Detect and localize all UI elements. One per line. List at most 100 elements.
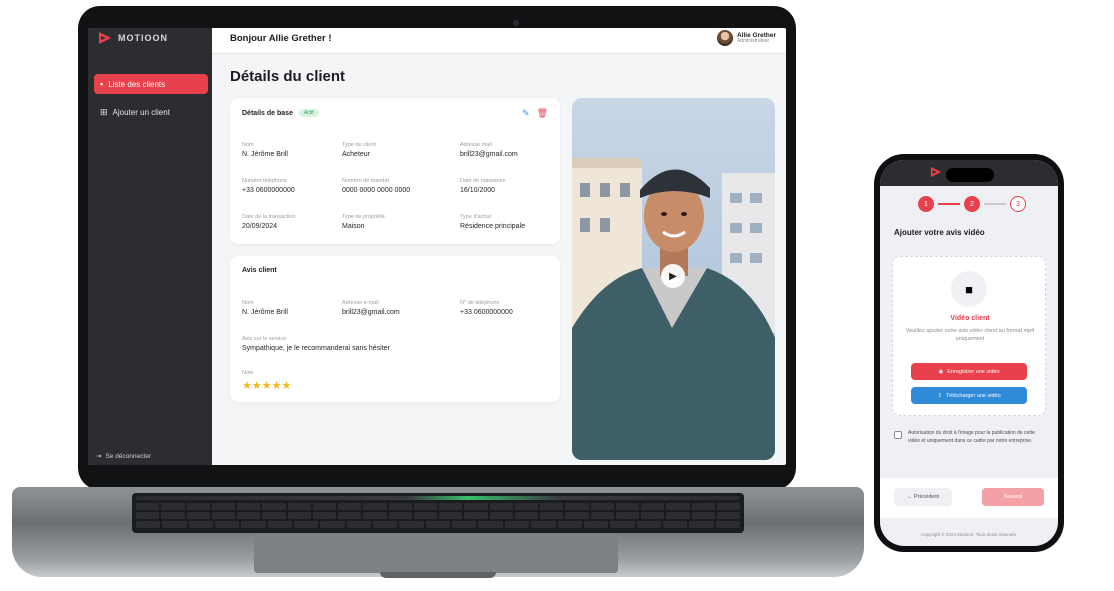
field-purchase-type: Type d'achat Résidence principale <box>460 214 570 230</box>
upload-icon: ⇪ <box>937 392 942 399</box>
card-title: Avis client <box>242 267 277 274</box>
field-label: Nom <box>242 142 254 148</box>
field-value: 0000 0000 0000 0000 <box>342 187 411 194</box>
phone-screen: 1 2 3 Ajouter votre avis vidéo ■ Vidéo c… <box>880 160 1058 546</box>
review-comment: Avis sur le service Sympathique, je le r… <box>242 336 542 352</box>
field-label: Date de la transaction <box>242 214 296 220</box>
upload-video-label: Télécharger une vidéo <box>945 392 1001 399</box>
consent-row: Autorisation du droit à l'image pour la … <box>894 430 1040 445</box>
field-name: Nom N. Jérôme Brill <box>242 142 352 158</box>
step-2: 2 <box>964 196 980 212</box>
field-label: N° de téléphone <box>460 300 500 306</box>
client-video-thumbnail[interactable]: ▶ <box>572 98 775 460</box>
laptop-keyboard <box>132 493 744 533</box>
video-label: Vidéo client <box>950 315 990 322</box>
field-phone: Numéro téléphone +33 0600000000 <box>242 178 352 194</box>
status-badge: Actif <box>298 109 319 117</box>
logout-button[interactable]: ⇥ Se déconnecter <box>96 452 151 461</box>
field-value: Acheteur <box>342 151 371 158</box>
upload-video-button[interactable]: ⇪ Télécharger une vidéo <box>911 387 1027 404</box>
sidebar-item-label: Liste des clients <box>108 79 166 89</box>
field-value: +33 0600000000 <box>242 187 295 194</box>
sidebar-item-add-client[interactable]: ⊞ Ajouter un client <box>94 102 208 122</box>
video-description: Veuillez ajouter votre avis vidéo client… <box>905 328 1035 343</box>
phone-footer: ← Précédent Suivant <box>880 478 1058 518</box>
record-icon: ◉ <box>938 368 944 375</box>
star-rating: ★★★★★ <box>242 380 292 392</box>
field-label: Type de client <box>342 142 376 148</box>
field-value: brill23@gmail.com <box>342 309 400 316</box>
laptop-camera <box>513 20 519 26</box>
sidebar-item-label: Ajouter un client <box>112 107 170 117</box>
review-field-name: Nom N. Jérôme Brill <box>242 300 352 316</box>
avatar <box>716 30 733 46</box>
copyright: Copyright © 2024 Motioon. Tous droits ré… <box>920 532 1018 537</box>
field-label: Type d'achat <box>460 214 492 220</box>
laptop-notch <box>380 572 496 578</box>
user-menu[interactable]: Allie Grether Administrateur <box>716 30 776 46</box>
review-card: Avis client Nom N. Jérôme Brill Adresse … <box>230 256 560 402</box>
folder-icon: ▪ <box>100 79 104 89</box>
phone-title: Ajouter votre avis vidéo <box>894 228 985 237</box>
marketing-mockup: MOTIOON ▪ Liste des clients ⊞ Ajouter un… <box>0 0 1114 591</box>
brand-name: MOTIOON <box>118 33 168 43</box>
field-value: +33 0600000000 <box>460 309 513 316</box>
previous-button[interactable]: ← Précédent <box>894 488 952 506</box>
field-value: Sympathique, je le recommanderai sans hé… <box>242 345 390 352</box>
user-role: Administrateur <box>736 37 770 44</box>
logout-icon: ⇥ <box>96 453 102 460</box>
field-label: Type de propriété <box>342 214 385 220</box>
stepper: 1 2 3 <box>918 196 1026 212</box>
field-value: brill23@gmail.com <box>460 151 518 158</box>
edit-icon[interactable]: ✎ <box>522 108 530 119</box>
brand[interactable]: MOTIOON <box>98 31 168 45</box>
sidebar-item-client-list[interactable]: ▪ Liste des clients <box>94 74 208 94</box>
review-rating: Note ★★★★★ <box>242 370 352 392</box>
laptop-trackpad <box>254 533 618 573</box>
record-video-button[interactable]: ◉ Enregistrer une vidéo <box>911 363 1027 380</box>
card-header: Avis client <box>242 267 277 274</box>
touch-bar <box>136 496 740 500</box>
basic-details-card: Détails de base Actif ✎ 🗑 Nom N. Jérôme … <box>230 98 560 244</box>
motioon-logo-icon <box>930 166 942 178</box>
step-1: 1 <box>918 196 934 212</box>
page-title: Détails du client <box>230 68 346 85</box>
card-actions: ✎ 🗑 <box>522 108 548 119</box>
card-title: Détails de base <box>242 109 293 117</box>
next-button[interactable]: Suivant <box>982 488 1044 506</box>
greeting: Bonjour Allie Grether ! <box>230 33 332 44</box>
review-field-phone: N° de téléphone +33 0600000000 <box>460 300 570 316</box>
motioon-logo-icon <box>99 32 111 44</box>
sidebar: MOTIOON ▪ Liste des clients ⊞ Ajouter un… <box>88 28 212 465</box>
field-transaction-date: Date de la transaction 20/09/2024 <box>242 214 352 230</box>
play-icon[interactable]: ▶ <box>661 264 685 288</box>
step-3: 3 <box>1010 196 1026 212</box>
field-label: Adresse mail <box>460 142 492 148</box>
field-label: Numéro de mandat <box>342 178 390 184</box>
field-value: Maison <box>342 223 365 230</box>
video-upload-card: ■ Vidéo client Veuillez ajouter votre av… <box>892 256 1046 416</box>
card-header: Détails de base Actif <box>242 109 319 117</box>
field-label: Note <box>242 370 254 376</box>
field-value: N. Jérôme Brill <box>242 151 288 158</box>
field-label: Adresse e-mail <box>342 300 379 306</box>
laptop-screen: MOTIOON ▪ Liste des clients ⊞ Ajouter un… <box>88 28 786 465</box>
field-email: Adresse mail brill23@gmail.com <box>460 142 570 158</box>
field-label: Nom <box>242 300 254 306</box>
field-label: Numéro téléphone <box>242 178 288 184</box>
phone-header <box>880 160 1058 186</box>
consent-checkbox[interactable] <box>894 431 902 439</box>
field-value: N. Jérôme Brill <box>242 309 288 316</box>
field-value: Résidence principale <box>460 223 525 230</box>
field-client-type: Type de client Acheteur <box>342 142 452 158</box>
video-camera-icon: ■ <box>951 271 987 307</box>
field-value: 16/10/2000 <box>460 187 496 194</box>
dynamic-island <box>946 168 994 182</box>
step-connector <box>984 203 1006 205</box>
user-plus-icon: ⊞ <box>100 106 108 117</box>
logout-label: Se déconnecter <box>105 452 151 460</box>
step-connector <box>938 203 960 205</box>
field-mandate-number: Numéro de mandat 0000 0000 0000 0000 <box>342 178 452 194</box>
trash-icon[interactable]: 🗑 <box>537 108 548 119</box>
consent-text: Autorisation du droit à l'image pour la … <box>908 430 1035 444</box>
